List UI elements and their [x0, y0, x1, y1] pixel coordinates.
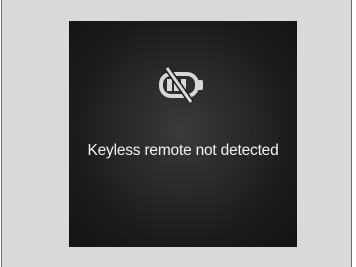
keyless-remote-battery-slash-icon	[159, 67, 203, 103]
figure-frame: Keyless remote not detected	[1, 0, 352, 267]
instrument-display: Keyless remote not detected	[69, 21, 297, 247]
status-message: Keyless remote not detected	[87, 142, 279, 159]
